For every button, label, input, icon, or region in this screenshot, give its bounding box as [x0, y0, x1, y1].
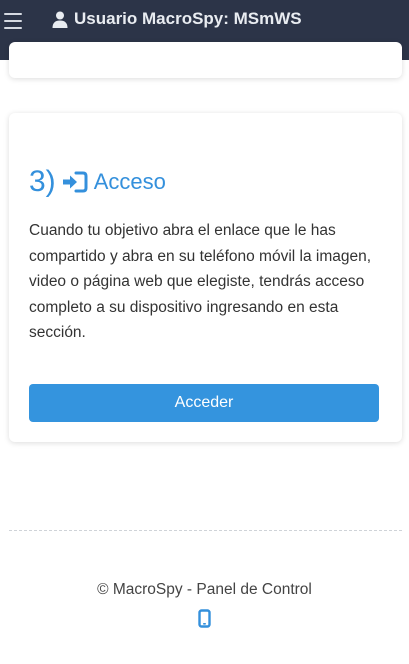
footer-divider — [9, 530, 402, 531]
step-heading: 3) Acceso — [29, 165, 166, 199]
access-button[interactable]: Acceder — [29, 384, 379, 422]
footer-copyright: © MacroSpy - Panel de Control — [97, 581, 312, 598]
user-icon — [52, 11, 68, 28]
step-title: Acceso — [93, 169, 166, 194]
step-description: Cuando tu objetivo abra el enlace que le… — [29, 222, 372, 341]
mobile-phone-icon[interactable] — [198, 609, 211, 633]
hamburger-menu-icon[interactable] — [4, 9, 26, 33]
step-number: 3) — [29, 165, 56, 198]
header-title: Usuario MacroSpy: MSmWS — [74, 9, 302, 28]
access-card: 3) Acceso Cuando tu objetivo abra el enl… — [9, 113, 402, 442]
sign-in-icon — [62, 171, 88, 193]
user-header: Usuario MacroSpy: MSmWS — [52, 9, 302, 29]
previous-card — [9, 42, 402, 78]
